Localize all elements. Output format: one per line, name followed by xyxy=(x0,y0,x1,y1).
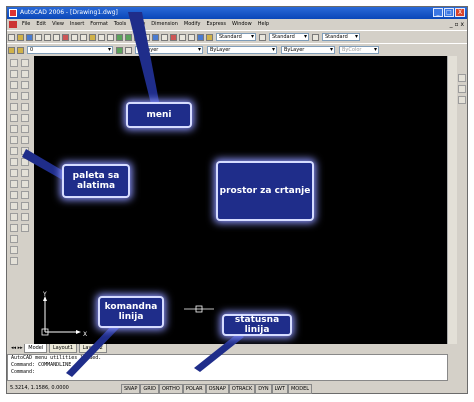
callout-prostor-za-crtanje: prostor za crtanje xyxy=(218,163,312,219)
callout-statusna-linija: statusna linija xyxy=(224,315,290,335)
callout-paleta-sa-alatima: paleta sa alatima xyxy=(64,166,128,196)
callout-komandna-linija: komandna linija xyxy=(100,298,162,326)
callout-meni: meni xyxy=(128,104,190,126)
